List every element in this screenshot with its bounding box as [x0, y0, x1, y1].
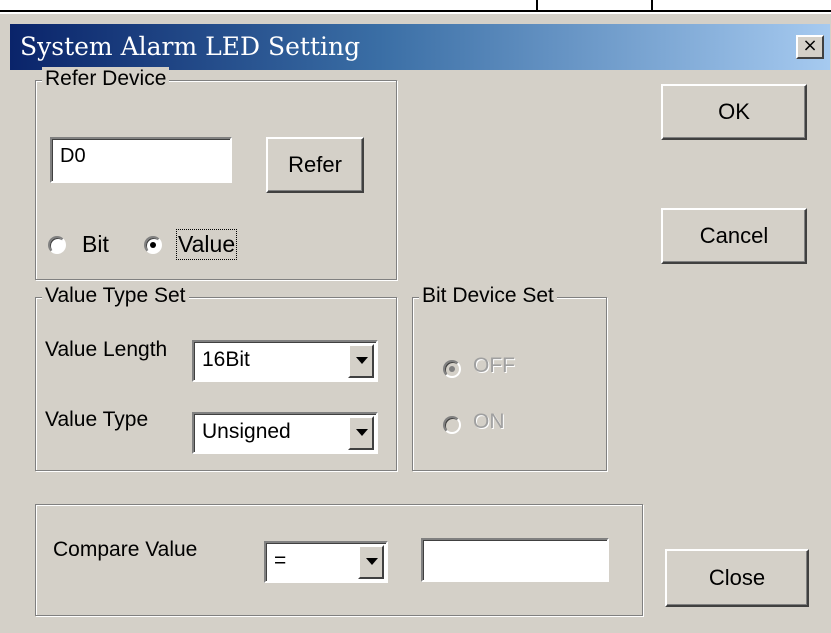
value-type-selected: Unsigned — [202, 420, 291, 443]
chevron-down-icon[interactable] — [348, 416, 374, 450]
compare-value-group: Compare Value = — [35, 504, 643, 616]
bit-radio-label: Bit — [82, 231, 109, 257]
value-type-set-group: Value Type Set Value Length 16Bit Value … — [35, 284, 397, 471]
compare-value-label: Compare Value — [53, 538, 198, 561]
refer-device-legend: Refer Device — [42, 67, 170, 91]
compare-operator-selected: = — [274, 549, 287, 572]
value-length-label: Value Length — [45, 338, 168, 361]
off-radio-label: OFF — [473, 354, 515, 377]
off-radio[interactable] — [443, 360, 461, 378]
chevron-down-icon[interactable] — [348, 344, 374, 378]
document-top-border — [0, 0, 831, 14]
bit-device-set-legend: Bit Device Set — [419, 284, 557, 308]
value-length-selected: 16Bit — [202, 348, 250, 371]
on-radio[interactable] — [443, 416, 461, 434]
close-icon[interactable]: × — [796, 35, 824, 59]
value-type-select[interactable]: Unsigned — [192, 412, 378, 454]
bit-radio[interactable] — [48, 236, 66, 254]
value-radio[interactable] — [144, 236, 162, 254]
compare-value-input[interactable] — [421, 538, 609, 582]
bit-device-set-group: Bit Device Set OFF ON — [412, 284, 607, 471]
top-rule — [0, 10, 831, 12]
system-alarm-led-dialog: System Alarm LED Setting × Refer Device … — [0, 14, 831, 633]
chevron-down-icon[interactable] — [358, 545, 384, 579]
top-rule-tick — [651, 0, 653, 11]
value-type-set-legend: Value Type Set — [42, 284, 189, 308]
value-radio-label: Value — [175, 229, 238, 260]
radio-selected-dot — [449, 366, 455, 372]
cancel-button[interactable]: Cancel — [661, 208, 807, 264]
on-radio-label: ON — [473, 410, 505, 433]
value-type-label: Value Type — [45, 408, 149, 431]
ok-button[interactable]: OK — [661, 84, 807, 140]
compare-operator-select[interactable]: = — [264, 541, 388, 583]
value-length-select[interactable]: 16Bit — [192, 340, 378, 382]
refer-device-group: Refer Device D0 Refer Bit Value — [35, 67, 397, 280]
window-title: System Alarm LED Setting — [20, 32, 361, 61]
refer-button[interactable]: Refer — [266, 137, 364, 193]
radio-selected-dot — [150, 242, 156, 248]
title-bar[interactable]: System Alarm LED Setting × — [10, 24, 830, 70]
close-button[interactable]: Close — [665, 549, 809, 607]
top-rule-tick — [536, 0, 538, 11]
device-input[interactable]: D0 — [50, 137, 232, 183]
